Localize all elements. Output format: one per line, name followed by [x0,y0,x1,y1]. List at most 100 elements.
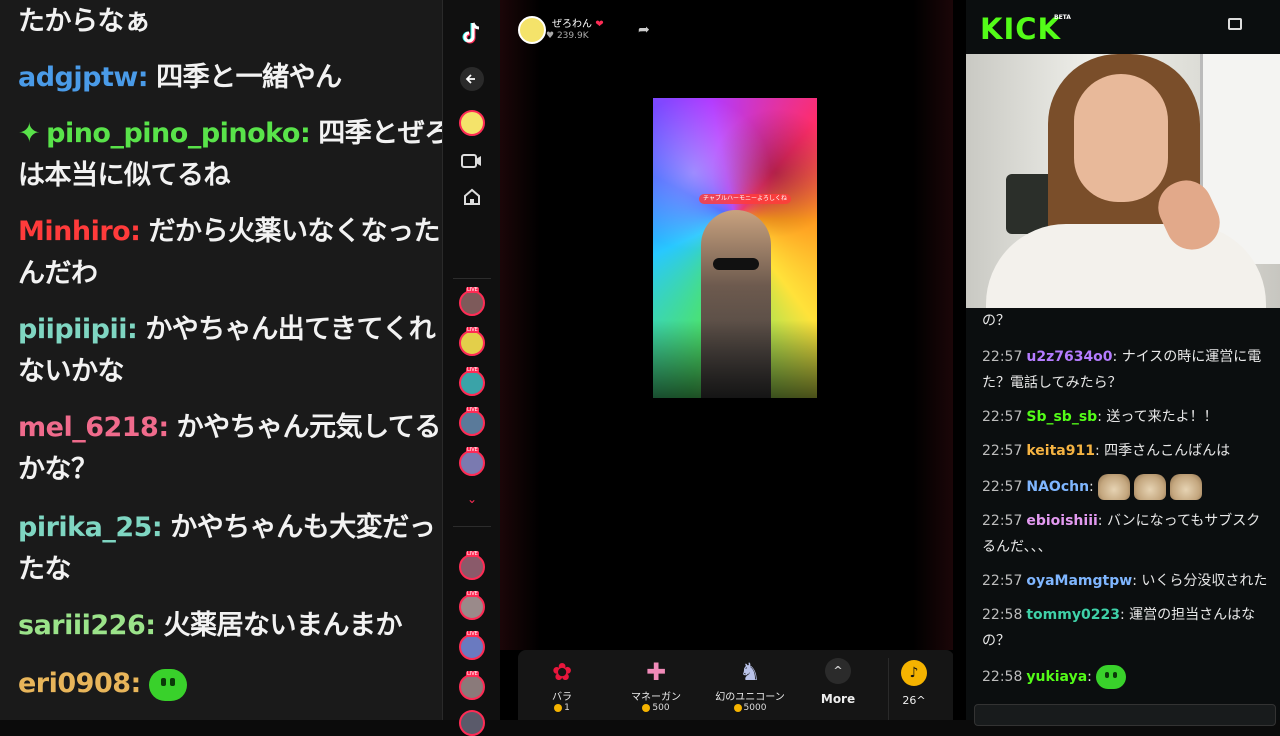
chat-text: : [1087,669,1092,685]
chat-username[interactable]: ebioishiii [1026,513,1097,529]
chat-timestamp: 22:57 [982,443,1023,459]
chat-text: : 四季さんこんばんは [1094,443,1231,459]
chat-text: かな？ [18,454,98,485]
chat-line: の？ [982,628,1280,654]
chat-username: pirika_25: [18,512,163,543]
coin-icon [554,703,563,712]
chat-line: sariii226: 火薬居ないまんまか [18,606,442,646]
chat-line: 22:58 yukiaya: [982,664,1280,690]
chat-username[interactable]: oyaMamgtpw [1026,573,1132,589]
chat-line: た？電話してみたら？ [982,370,1280,396]
chat-line: eri0908: [18,664,442,704]
chat-line: 22:57 ebioishiii: バンになってもサブスク [982,508,1280,534]
chat-timestamp: 22:57 [982,479,1023,495]
chat-text: ないかな [18,356,125,387]
streamer-name: ぜろわん [552,19,592,30]
live-creator-avatar[interactable]: LIVE [459,631,485,660]
coin-balance-button[interactable]: ♪ 26^ [888,658,939,720]
chat-line: 22:57 NAOchn: [982,474,1280,500]
live-creator-avatar[interactable] [459,710,485,736]
gift-bar: ✿ バラ 1 ✚ マネーガン 500 ♞ 幻のユニコーン 5000 ^ More… [518,650,954,720]
streamer-avatar[interactable] [518,16,546,44]
webcam-feed [966,54,1280,308]
chat-line: pirika_25: かやちゃんも大変だっ [18,508,442,548]
more-gifts-button[interactable]: ^ More [818,658,858,706]
video-chat-overlay [653,320,817,398]
cat-emote-icon [1098,474,1131,500]
chat-username: adgjptw: [18,62,149,93]
chat-line: Minhiro: だから火薬いなくなった [18,212,442,252]
live-creator-avatar[interactable]: LIVE [459,447,485,476]
money-gun-icon: ✚ [645,658,667,686]
chat-timestamp: 22:57 [982,409,1023,425]
heart-icon: ❤ [595,19,604,30]
chat-timestamp: 22:58 [982,669,1023,685]
chat-line: piipiipii: かやちゃん出てきてくれ [18,310,442,350]
gift-name: バラ [552,692,572,703]
live-creator-avatar[interactable]: LIVE [459,671,485,700]
live-creator-avatar[interactable]: LIVE [459,551,485,580]
chat-username[interactable]: keita911 [1026,443,1095,459]
gift-rose[interactable]: ✿ バラ 1 [522,658,602,713]
gift-cost: 500 [652,703,670,713]
chat-text: : ナイスの時に運営に電 [1112,349,1262,365]
live-creator-avatar[interactable]: LIVE [459,407,485,436]
tiktok-logo-icon[interactable] [457,18,487,48]
video-camera-icon[interactable] [457,146,487,176]
chat-text: かやちゃん元気してる [176,412,442,443]
chat-text: るんだ、、、 [982,539,1052,555]
home-icon[interactable] [457,182,487,212]
tiktok-coin-icon: ♪ [901,660,927,686]
chat-text: だから火薬いなくなった [148,216,440,247]
coin-icon [642,703,651,712]
share-icon[interactable]: ➦ [638,22,650,38]
chat-text: の？ [982,633,1010,649]
chat-text: 四季と一緒やん [156,62,342,93]
live-creator-avatar[interactable]: LIVE [459,287,485,316]
nav-divider [453,278,491,279]
popout-chat-icon[interactable] [1228,18,1242,30]
live-creator-avatar[interactable]: LIVE [459,591,485,620]
chat-line: adgjptw: 四季と一緒やん [18,58,442,98]
rose-icon: ✿ [551,658,573,686]
live-video[interactable]: チャブルハーモニーよろしくね [653,98,817,398]
chat-input[interactable] [974,704,1276,726]
chevron-down-icon[interactable]: ⌄ [457,484,487,514]
chat-username[interactable]: tommy0223 [1026,607,1120,623]
chat-text: : バンになってもサブスク [1097,513,1261,529]
followed-creator-avatar[interactable] [459,110,485,136]
panel-divider [953,0,966,720]
chat-username[interactable]: Sb_sb_sb [1026,409,1097,425]
chat-text: た？電話してみたら？ [982,375,1122,391]
back-arrow-icon[interactable] [457,64,487,94]
chat-timestamp: 22:57 [982,349,1023,365]
chat-username: mel_6218: [18,412,169,443]
left-edge-shade [500,0,540,650]
chat-username: eri0908: [18,668,141,699]
chat-username[interactable]: u2z7634o0 [1026,349,1112,365]
tiktok-sidebar: LIVE LIVE LIVE LIVE LIVE ⌄ LIVE LIVE LIV… [442,0,501,736]
chat-username[interactable]: yukiaya [1026,669,1087,685]
right-edge-shade [913,0,953,650]
streamer-body [986,224,1266,308]
gift-cost: 5000 [743,703,767,713]
chat-line: んだわ [18,254,442,294]
streamer-info[interactable]: ぜろわん ❤ ♥ 239.9K [518,16,604,44]
gift-money-gun[interactable]: ✚ マネーガン 500 [616,658,696,713]
video-banner: チャブルハーモニーよろしくね [699,194,791,204]
chat-line: ✦ pino_pino_pinoko: 四季とぜろ [18,114,442,154]
kick-chat: の？ 22:57 u2z7634o0: ナイスの時に運営に電 た？電話してみたら？… [966,308,1280,720]
chat-line: たな [18,550,442,590]
nav-divider [453,526,491,527]
gift-unicorn[interactable]: ♞ 幻のユニコーン 5000 [710,658,790,713]
green-blob-emote-icon [148,668,187,701]
sparkle-icon: ✦ [18,118,41,149]
chat-username: pino_pino_pinoko: [46,118,311,149]
chat-text: かやちゃんも大変だっ [170,512,436,543]
cat-emote-icon [1134,474,1167,500]
live-creator-avatar[interactable]: LIVE [459,327,485,356]
chat-text: の？ [982,313,1010,329]
live-creator-avatar[interactable]: LIVE [459,367,485,396]
chat-username[interactable]: NAOchn [1026,479,1089,495]
chat-text: : 運営の担当さんはな [1119,607,1256,623]
